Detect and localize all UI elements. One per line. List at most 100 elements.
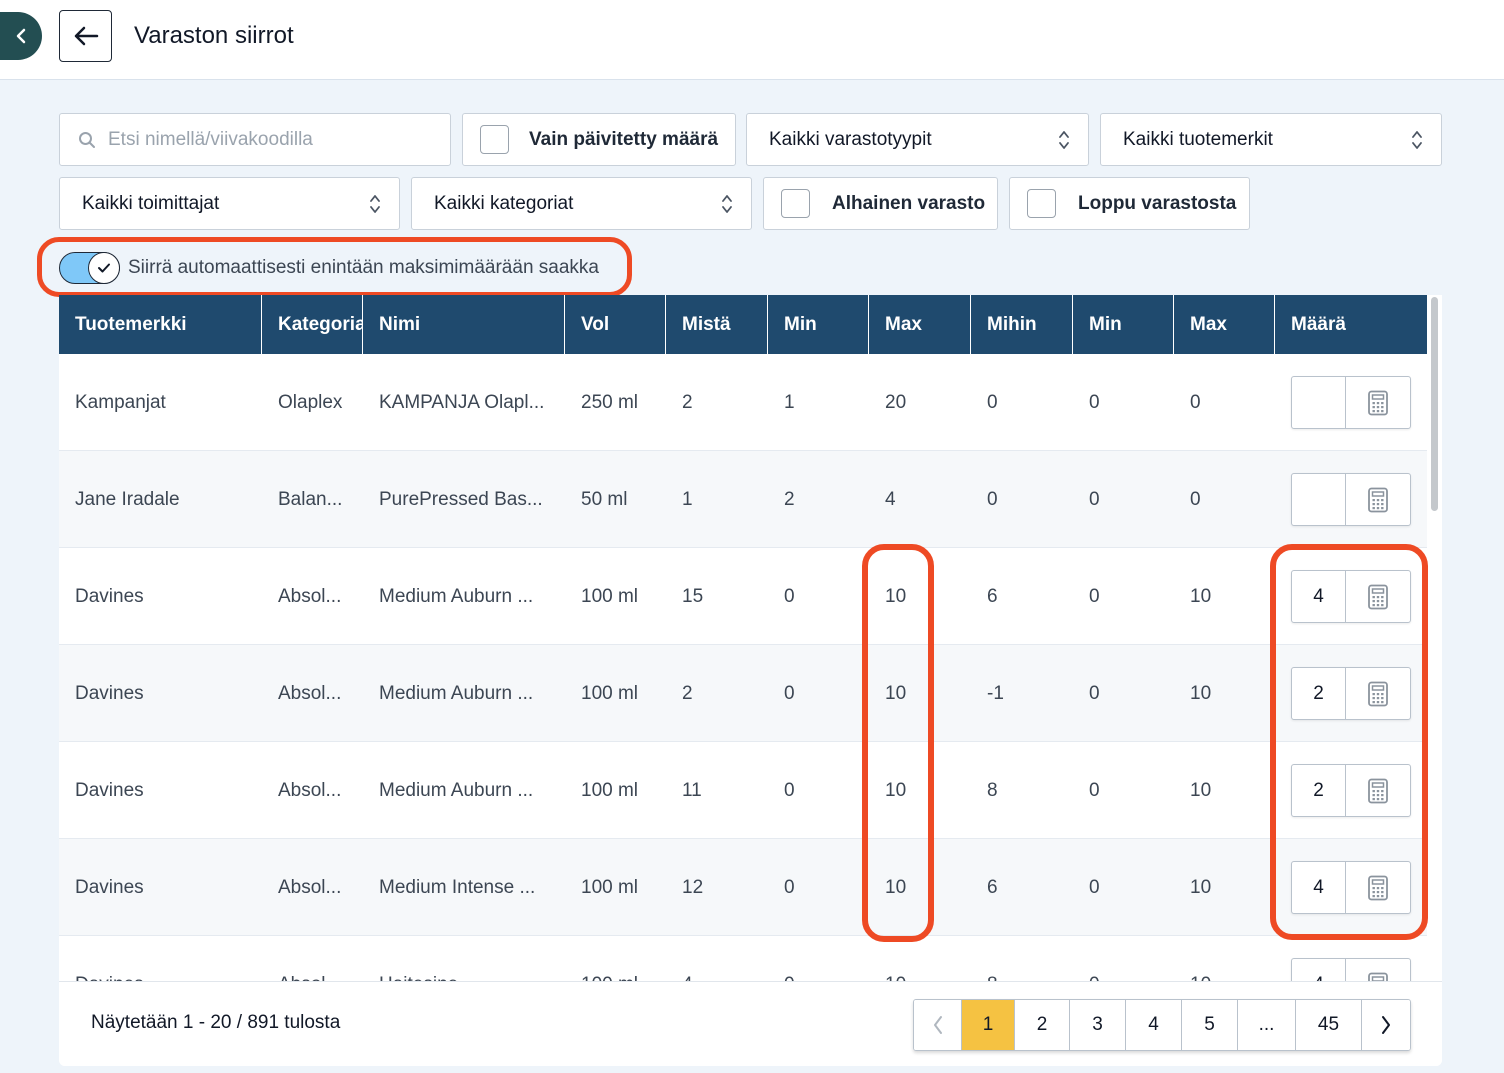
column-header-brand[interactable]: Tuotemerkki xyxy=(59,295,262,354)
chevron-up-down-icon xyxy=(1412,130,1422,149)
cell-name: Medium Auburn ... xyxy=(379,683,534,704)
cell-to: 8 xyxy=(987,780,998,801)
brand-select[interactable]: Kaikki tuotemerkit xyxy=(1100,113,1442,166)
cell-volume: 100 ml xyxy=(581,877,639,898)
only-updated-label: Vain päivitetty määrä xyxy=(529,128,719,150)
table-row: Davines Absol... Medium Intense ... 100 ml 1… xyxy=(59,839,1427,936)
cell-category: Absol... xyxy=(278,780,342,801)
cell-to: 6 xyxy=(987,877,998,898)
calculator-button[interactable] xyxy=(1346,377,1410,428)
low-stock-label: Alhainen varasto xyxy=(832,192,986,214)
warehouse-type-value: Kaikki varastotyypit xyxy=(769,128,932,150)
cell-from-min: 1 xyxy=(784,392,795,413)
cell-from: 2 xyxy=(682,392,693,413)
arrow-left-icon xyxy=(74,26,98,46)
checkbox-box[interactable] xyxy=(480,125,509,154)
brand-value: Kaikki tuotemerkit xyxy=(1123,128,1273,150)
out-of-stock-checkbox[interactable]: Loppu varastosta xyxy=(1009,177,1250,230)
highlight-max-column xyxy=(862,544,934,942)
category-select[interactable]: Kaikki kategoriat xyxy=(411,177,752,230)
cell-from-min: 0 xyxy=(784,877,795,898)
column-header-volume[interactable]: Vol xyxy=(565,295,666,354)
highlight-quantity-column xyxy=(1270,544,1428,940)
page-5-button[interactable]: 5 xyxy=(1182,1000,1238,1050)
page-3-button[interactable]: 3 xyxy=(1070,1000,1126,1050)
cell-to-min: 0 xyxy=(1089,489,1100,510)
cell-brand: Jane Iradale xyxy=(75,489,180,510)
quantity-input[interactable] xyxy=(1292,474,1346,525)
column-header-to-min[interactable]: Min xyxy=(1073,295,1174,354)
search-icon xyxy=(79,131,95,148)
quantity-input-group xyxy=(1291,376,1411,429)
chevron-left-icon xyxy=(933,1016,942,1034)
cell-from-min: 0 xyxy=(784,683,795,704)
page-1-button[interactable]: 1 xyxy=(962,1000,1015,1050)
column-header-from-max[interactable]: Max xyxy=(869,295,971,354)
column-header-name[interactable]: Nimi xyxy=(363,295,565,354)
cell-from: 15 xyxy=(682,586,704,607)
transfer-table-card: Tuotemerkki Kategoria Nimi Vol Mistä Min… xyxy=(59,295,1442,1066)
results-count: Näytetään 1 - 20 / 891 tulosta xyxy=(91,1012,341,1033)
scrollbar-thumb[interactable] xyxy=(1431,297,1438,511)
low-stock-checkbox[interactable]: Alhainen varasto xyxy=(763,177,998,230)
calculator-button[interactable] xyxy=(1346,474,1410,525)
cell-brand: Davines xyxy=(75,683,144,704)
checkbox-box[interactable] xyxy=(1027,189,1056,218)
page-2-button[interactable]: 2 xyxy=(1015,1000,1070,1050)
table-row: Davines Absol... Medium Auburn ... 100 ml 2 0… xyxy=(59,645,1427,742)
cell-name: Medium Auburn ... xyxy=(379,586,534,607)
search-input[interactable]: Etsi nimellä/viivakoodilla xyxy=(59,113,451,166)
prev-page-button[interactable] xyxy=(914,1000,962,1050)
cell-volume: 50 ml xyxy=(581,489,628,510)
cell-to-min: 0 xyxy=(1089,780,1100,801)
cell-from: 1 xyxy=(682,489,693,510)
cell-volume: 250 ml xyxy=(581,392,639,413)
pagination: 1 2 3 4 5 ... 45 xyxy=(913,999,1411,1051)
app-header: Varaston siirrot xyxy=(0,0,1504,80)
page-title: Varaston siirrot xyxy=(134,22,294,49)
cell-brand: Davines xyxy=(75,877,144,898)
column-header-to-max[interactable]: Max xyxy=(1174,295,1275,354)
cell-volume: 100 ml xyxy=(581,780,639,801)
cell-name: Medium Auburn ... xyxy=(379,780,534,801)
supplier-select[interactable]: Kaikki toimittajat xyxy=(59,177,400,230)
chevron-up-down-icon xyxy=(1059,130,1069,149)
warehouse-type-select[interactable]: Kaikki varastotyypit xyxy=(746,113,1089,166)
back-button[interactable] xyxy=(59,10,112,62)
table-row: Jane Iradale Balan... PurePressed Bas... 50… xyxy=(59,451,1427,548)
search-placeholder: Etsi nimellä/viivakoodilla xyxy=(108,128,313,150)
checkbox-box[interactable] xyxy=(781,189,810,218)
column-header-quantity[interactable]: Määrä xyxy=(1275,295,1427,354)
cell-from-min: 0 xyxy=(784,586,795,607)
page-45-button[interactable]: 45 xyxy=(1296,1000,1362,1050)
only-updated-checkbox[interactable]: Vain päivitetty määrä xyxy=(462,113,736,166)
cell-volume: 100 ml xyxy=(581,683,639,704)
column-header-to[interactable]: Mihin xyxy=(971,295,1073,354)
cell-from-max: 20 xyxy=(885,392,907,413)
cell-to: 0 xyxy=(987,392,998,413)
page-ellipsis: ... xyxy=(1238,1000,1296,1050)
chevron-up-down-icon xyxy=(722,194,732,213)
cell-from: 11 xyxy=(682,780,702,801)
sidebar-toggle-button[interactable] xyxy=(0,12,42,60)
cell-brand: Davines xyxy=(75,586,144,607)
next-page-button[interactable] xyxy=(1362,1000,1410,1050)
calculator-icon xyxy=(1368,390,1388,415)
cell-to-min: 0 xyxy=(1089,392,1100,413)
column-header-from-min[interactable]: Min xyxy=(768,295,869,354)
cell-to-max: 10 xyxy=(1190,586,1212,607)
cell-category: Absol... xyxy=(278,877,342,898)
column-header-from[interactable]: Mistä xyxy=(666,295,768,354)
page-4-button[interactable]: 4 xyxy=(1126,1000,1182,1050)
cell-to-max: 10 xyxy=(1190,683,1212,704)
table-row: Davines Absol... Medium Auburn ... 100 ml 15… xyxy=(59,548,1427,645)
category-value: Kaikki kategoriat xyxy=(434,192,574,214)
cell-from-min: 2 xyxy=(784,489,795,510)
out-of-stock-label: Loppu varastosta xyxy=(1078,192,1237,214)
cell-from-max: 4 xyxy=(885,489,896,510)
quantity-input[interactable] xyxy=(1292,377,1346,428)
calculator-icon xyxy=(1368,487,1388,512)
chevron-up-down-icon xyxy=(370,194,380,213)
column-header-category[interactable]: Kategoria xyxy=(262,295,363,354)
cell-name: Medium Intense ... xyxy=(379,877,536,898)
